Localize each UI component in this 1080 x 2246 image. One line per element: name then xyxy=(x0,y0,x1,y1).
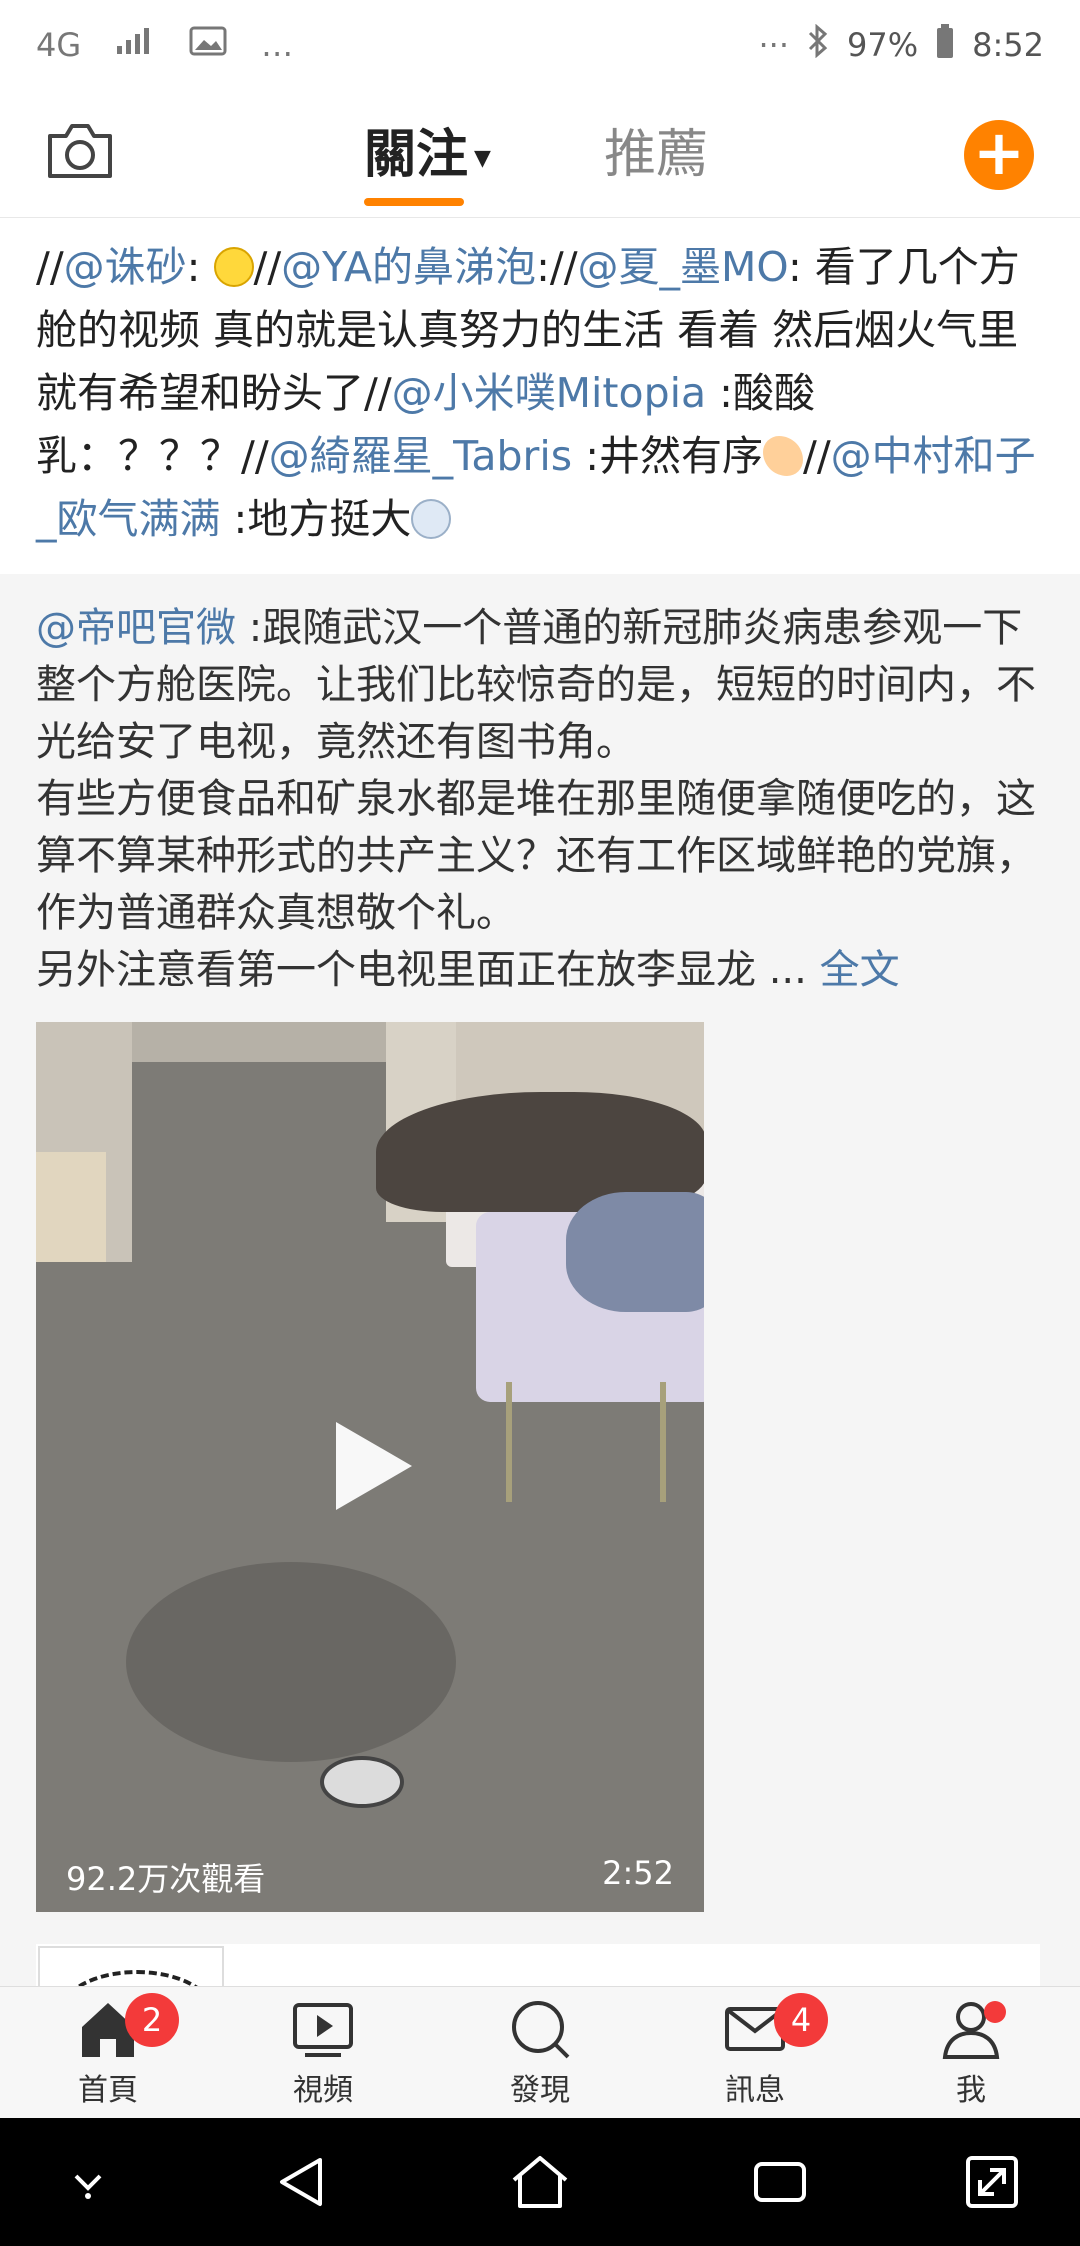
tab-video-label: 視頻 xyxy=(293,2073,353,2108)
video-scene xyxy=(566,1192,704,1312)
battery-percent: 97% xyxy=(847,26,919,64)
tab-video[interactable]: 視頻 xyxy=(248,1997,398,2109)
more-notifications-label: … xyxy=(261,26,294,64)
clock: 8:52 xyxy=(972,26,1044,64)
repost-seg: // xyxy=(253,243,282,291)
plus-icon: + xyxy=(973,116,1025,189)
tab-messages[interactable]: 訊息 4 xyxy=(680,1993,830,2109)
video-scene xyxy=(506,1382,666,1502)
video-duration: 2:52 xyxy=(602,1854,674,1892)
video-scene xyxy=(132,1022,412,1062)
search-icon xyxy=(512,2001,570,2059)
signal-icon xyxy=(115,26,155,64)
recent-apps-button[interactable] xyxy=(748,2150,812,2214)
mention-link[interactable]: @綺羅星_Tabris xyxy=(269,432,573,480)
system-navigation-bar xyxy=(0,2118,1080,2246)
caret-down-icon: ▼ xyxy=(474,145,491,171)
chevron-down-icon xyxy=(74,2174,102,2199)
mention-link[interactable]: @夏_墨MO xyxy=(578,243,788,291)
compose-plus-button[interactable]: + xyxy=(964,120,1034,190)
repost-text: //@诛砂: //@YA的鼻涕泡://@夏_墨MO: 看了几个方舱的视频 真的就… xyxy=(36,236,1046,551)
tab-recommend[interactable]: 推薦 xyxy=(604,112,708,187)
home-system-button[interactable] xyxy=(508,2150,572,2214)
mention-link[interactable]: @小米噗Mitopia xyxy=(392,369,706,417)
gallery-icon xyxy=(189,26,227,64)
rabbit-emoji-icon xyxy=(411,499,452,539)
repost-seg: :地方挺大 xyxy=(220,495,412,543)
tab-home[interactable]: 首頁 2 xyxy=(33,1993,183,2109)
network-label: 4G xyxy=(36,26,82,64)
top-navigation: 關注 ▼ 推薦 + xyxy=(0,90,1080,218)
video-player[interactable]: 92.2万次觀看 2:52 xyxy=(36,1022,704,1912)
tab-discover-label: 發現 xyxy=(510,2073,570,2108)
mention-link[interactable]: @YA的鼻涕泡 xyxy=(281,243,536,291)
notification-dot xyxy=(984,2001,1006,2023)
mention-link[interactable]: @诛砂 xyxy=(64,243,187,291)
repost-seg: :井然有序 xyxy=(572,432,764,480)
status-dots: ··· xyxy=(758,26,790,64)
active-tab-indicator xyxy=(364,198,464,206)
video-play-icon xyxy=(293,2003,353,2057)
tab-home-label: 首頁 xyxy=(78,2073,138,2108)
nerd-emoji-icon xyxy=(213,247,254,287)
play-icon[interactable] xyxy=(336,1422,412,1510)
tab-me[interactable]: 我 xyxy=(896,1997,1046,2109)
home-outline-icon xyxy=(512,2156,568,2208)
tab-messages-label: 訊息 xyxy=(725,2073,785,2108)
video-scene xyxy=(36,1152,106,1262)
video-scene xyxy=(320,1756,404,1808)
bluetooth-icon xyxy=(807,23,829,66)
tab-follow-label: 關注 xyxy=(364,125,469,185)
tab-me-label: 我 xyxy=(956,2073,986,2108)
original-post-card[interactable]: @帝吧官微 :跟随武汉一个普通的新冠肺炎病患参观一下整个方舱医院。让我们比较惊奇… xyxy=(0,574,1080,2058)
repost-seg: // xyxy=(36,243,64,291)
tab-discover[interactable]: 發現 xyxy=(465,1997,615,2109)
rotate-button[interactable] xyxy=(960,2150,1024,2214)
camera-icon xyxy=(48,124,112,178)
battery-icon xyxy=(936,24,954,66)
original-line: 有些方便食品和矿泉水都是堆在那里随便拿随便吃的，这算不算某种形式的共产主义？还有… xyxy=(36,776,1036,936)
back-button[interactable] xyxy=(270,2150,334,2214)
expand-icon xyxy=(966,2156,1018,2208)
original-line: 另外注意看第一个电视里面正在放李显龙 ... xyxy=(36,947,820,993)
repost-seg: : xyxy=(186,243,214,291)
tab-follow[interactable]: 關注 ▼ xyxy=(364,112,491,187)
status-bar: 4G … ··· 97% 8:52 xyxy=(0,0,1080,90)
home-badge: 2 xyxy=(125,1993,179,2047)
camera-button[interactable] xyxy=(44,120,116,182)
hide-keyboard-button[interactable] xyxy=(56,2150,120,2214)
video-scene xyxy=(126,1562,456,1762)
bottom-tab-bar: 首頁 2 視頻 發現 訊息 4 我 xyxy=(0,1986,1080,2118)
original-post-text: @帝吧官微 :跟随武汉一个普通的新冠肺炎病患参观一下整个方舱医院。让我们比较惊奇… xyxy=(36,600,1046,999)
back-triangle-icon xyxy=(280,2158,322,2206)
full-text-link[interactable]: 全文 xyxy=(820,947,900,993)
recents-icon xyxy=(754,2162,806,2202)
messages-badge: 4 xyxy=(774,1993,828,2047)
repost-seg: :// xyxy=(536,243,578,291)
repost-seg: // xyxy=(803,432,831,480)
video-view-count: 92.2万次觀看 xyxy=(66,1860,266,1898)
original-author-link[interactable]: @帝吧官微 xyxy=(36,605,236,651)
praying-hands-emoji-icon xyxy=(763,436,804,476)
